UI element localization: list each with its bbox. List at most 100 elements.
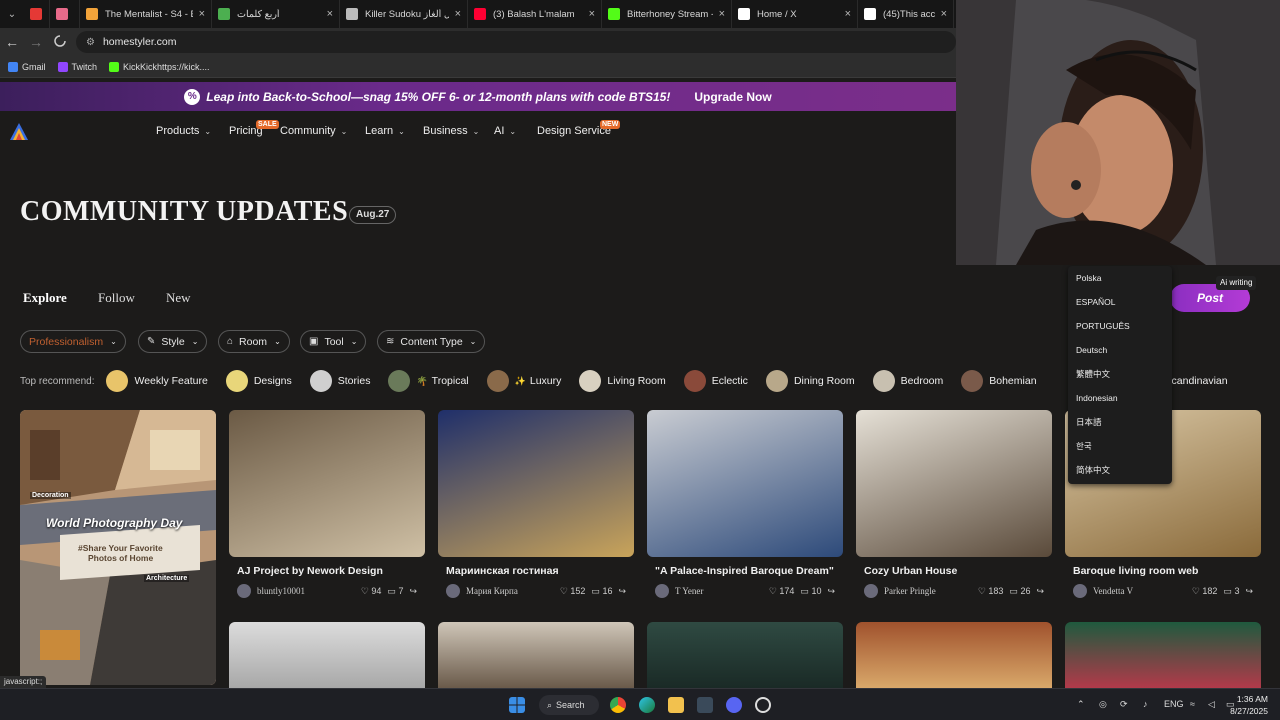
share-icon[interactable]: ↪ xyxy=(618,586,626,597)
share-icon[interactable]: ↪ xyxy=(1245,586,1253,597)
share-icon[interactable]: ↪ xyxy=(409,586,417,597)
design-card[interactable]: Cozy Urban House Parker Pringle ♡ 183 ▭ 26 ↪ xyxy=(856,410,1052,598)
like-count[interactable]: ♡ 174 xyxy=(769,586,795,597)
chrome-icon[interactable] xyxy=(610,697,626,713)
author-name[interactable]: Parker Pringle xyxy=(884,586,972,596)
browser-tab[interactable]: (45)This account i × xyxy=(858,0,954,28)
card-image-row2[interactable] xyxy=(1065,622,1261,688)
back-arrow-icon[interactable]: ← xyxy=(0,34,24,50)
language-option[interactable]: Indonesian xyxy=(1068,392,1172,416)
comment-count[interactable]: ▭ 7 xyxy=(387,586,403,597)
nav-business[interactable]: Business ⌄ xyxy=(423,125,479,137)
comment-count[interactable]: ▭ 16 xyxy=(591,586,612,597)
file-explorer-icon[interactable] xyxy=(668,697,684,713)
close-tab-icon[interactable]: × xyxy=(941,8,947,20)
like-count[interactable]: ♡ 182 xyxy=(1192,586,1218,597)
bookmark-item[interactable]: KickKickhttps://kick.... xyxy=(109,61,210,72)
card-image-row2[interactable] xyxy=(647,622,843,688)
tray-sync-icon[interactable]: ⟳ xyxy=(1120,699,1128,710)
avatar[interactable] xyxy=(864,584,878,598)
obs-icon[interactable] xyxy=(755,697,771,713)
card-title[interactable]: "A Palace-Inspired Baroque Dream" xyxy=(647,565,843,577)
author-name[interactable]: T Yener xyxy=(675,586,763,596)
microphone-icon[interactable]: ♪ xyxy=(1143,699,1148,709)
language-option[interactable]: 日本語 xyxy=(1068,416,1172,440)
recommend-chip[interactable]: ✨ Luxury xyxy=(486,370,561,392)
filter-content-type[interactable]: ≋ Content Type ⌄ xyxy=(377,330,486,353)
promo-banner[interactable]: % Leap into Back-to-School—snag 15% OFF … xyxy=(0,82,956,111)
card-image-row2[interactable] xyxy=(229,622,425,688)
tray-app-icon[interactable]: ◎ xyxy=(1099,699,1107,710)
browser-tab[interactable]: (3) Balash L'malam × xyxy=(468,0,602,28)
address-bar[interactable]: ⚙ homestyler.com xyxy=(76,31,956,53)
browser-tab[interactable] xyxy=(24,0,50,28)
share-icon[interactable]: ↪ xyxy=(1036,586,1044,597)
loading-spinner-icon[interactable] xyxy=(48,34,72,50)
recommend-chip[interactable]: Dining Room xyxy=(765,370,855,392)
volume-icon[interactable]: ◁ xyxy=(1208,699,1215,710)
design-card[interactable]: Мариинская гостиная Мария Кирпа ♡ 152 ▭ 16 ↪ xyxy=(438,410,634,598)
comment-count[interactable]: ▭ 10 xyxy=(800,586,821,597)
recommend-chip[interactable]: Bedroom xyxy=(872,370,943,392)
like-count[interactable]: ♡ 94 xyxy=(361,586,382,597)
taskbar-clock[interactable]: 1:36 AM 8/27/2025 xyxy=(1230,693,1268,717)
taskbar-search[interactable]: ⌕ Search xyxy=(539,695,599,715)
avatar[interactable] xyxy=(1073,584,1087,598)
edge-icon[interactable] xyxy=(639,697,655,713)
close-tab-icon[interactable]: × xyxy=(327,8,333,20)
language-indicator[interactable]: ENG xyxy=(1164,699,1184,709)
tab-follow[interactable]: Follow xyxy=(98,290,135,306)
bookmark-item[interactable]: Twitch xyxy=(57,61,97,72)
recommend-chip[interactable]: Designs xyxy=(225,370,292,392)
feature-card-world-photography-day[interactable]: World Photography Day #Share Your Favori… xyxy=(20,410,216,685)
app-icon[interactable] xyxy=(697,697,713,713)
language-option[interactable]: Deutsch xyxy=(1068,344,1172,368)
design-card[interactable]: "A Palace-Inspired Baroque Dream" T Yener… xyxy=(647,410,843,598)
ai-writing-badge[interactable]: Ai writing xyxy=(1216,276,1257,290)
card-image[interactable] xyxy=(647,410,843,557)
nav-community[interactable]: Community ⌄ xyxy=(280,125,347,137)
wifi-icon[interactable]: ≈ xyxy=(1190,699,1195,709)
card-image[interactable] xyxy=(229,410,425,557)
close-tab-icon[interactable]: × xyxy=(845,8,851,20)
close-tab-icon[interactable]: × xyxy=(719,8,725,20)
design-card[interactable]: AJ Project by Nework Design bluntly10001 ♡… xyxy=(229,410,425,598)
upgrade-now-button[interactable]: Upgrade Now xyxy=(694,90,771,104)
filter-style[interactable]: ✎ Style ⌄ xyxy=(138,330,208,353)
discord-icon[interactable] xyxy=(726,697,742,713)
browser-tab[interactable]: Killer Sudoku حل ألغاز - × xyxy=(340,0,468,28)
nav-learn[interactable]: Learn ⌄ xyxy=(365,125,405,137)
card-image[interactable] xyxy=(438,410,634,557)
language-option[interactable]: 繁體中文 xyxy=(1068,368,1172,392)
tray-chevron-up-icon[interactable]: ⌃ xyxy=(1077,699,1085,710)
filter-tool[interactable]: ▣ Tool ⌄ xyxy=(300,330,367,353)
card-title[interactable]: AJ Project by Nework Design xyxy=(229,565,425,577)
card-title[interactable]: Baroque living room web xyxy=(1065,565,1261,577)
like-count[interactable]: ♡ 183 xyxy=(978,586,1004,597)
nav-products[interactable]: Products ⌄ xyxy=(156,125,211,137)
tab-list-chevron-icon[interactable]: ⌄ xyxy=(0,0,24,28)
forward-arrow-icon[interactable]: → xyxy=(24,34,48,50)
author-name[interactable]: Vendetta V xyxy=(1093,586,1186,596)
bookmark-item[interactable]: Gmail xyxy=(8,61,46,72)
recommend-chip[interactable]: Weekly Feature xyxy=(106,370,208,392)
language-option[interactable]: ESPAÑOL xyxy=(1068,296,1172,320)
tab-new[interactable]: New xyxy=(166,290,191,306)
browser-tab[interactable]: The Mentalist - S4 - E10 × xyxy=(80,0,212,28)
filter-professionalism[interactable]: Professionalism ⌄ xyxy=(20,330,126,353)
close-tab-icon[interactable]: × xyxy=(199,8,205,20)
avatar[interactable] xyxy=(237,584,251,598)
comment-count[interactable]: ▭ 26 xyxy=(1009,586,1030,597)
language-option[interactable]: 简体中文 xyxy=(1068,464,1172,488)
card-image-row2[interactable] xyxy=(438,622,634,688)
browser-tab[interactable]: أربع كلمات × xyxy=(212,0,340,28)
language-option[interactable]: PORTUGUÊS xyxy=(1068,320,1172,344)
comment-count[interactable]: ▭ 3 xyxy=(1223,586,1239,597)
browser-tab[interactable] xyxy=(50,0,80,28)
language-option[interactable]: 한국 xyxy=(1068,440,1172,464)
close-tab-icon[interactable]: × xyxy=(455,8,461,20)
like-count[interactable]: ♡ 152 xyxy=(560,586,586,597)
homestyler-logo[interactable] xyxy=(9,122,29,142)
share-icon[interactable]: ↪ xyxy=(827,586,835,597)
author-name[interactable]: Мария Кирпа xyxy=(466,586,554,596)
